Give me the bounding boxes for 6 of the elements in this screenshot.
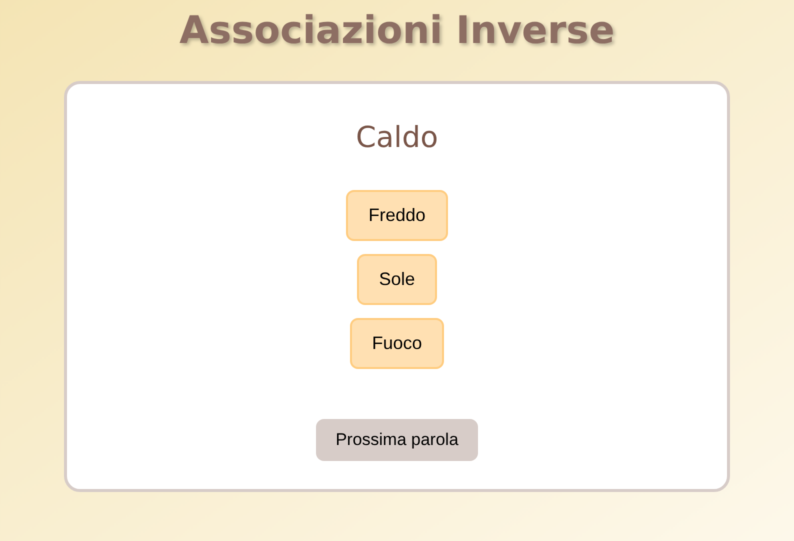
answer-option-button[interactable]: Freddo	[346, 190, 448, 241]
answer-option-button[interactable]: Fuoco	[350, 318, 444, 369]
answer-option-button[interactable]: Sole	[356, 254, 437, 305]
next-word-button[interactable]: Prossima parola	[316, 419, 478, 461]
page-title: Associazioni Inverse	[179, 8, 615, 52]
word-heading: Caldo	[356, 120, 438, 154]
